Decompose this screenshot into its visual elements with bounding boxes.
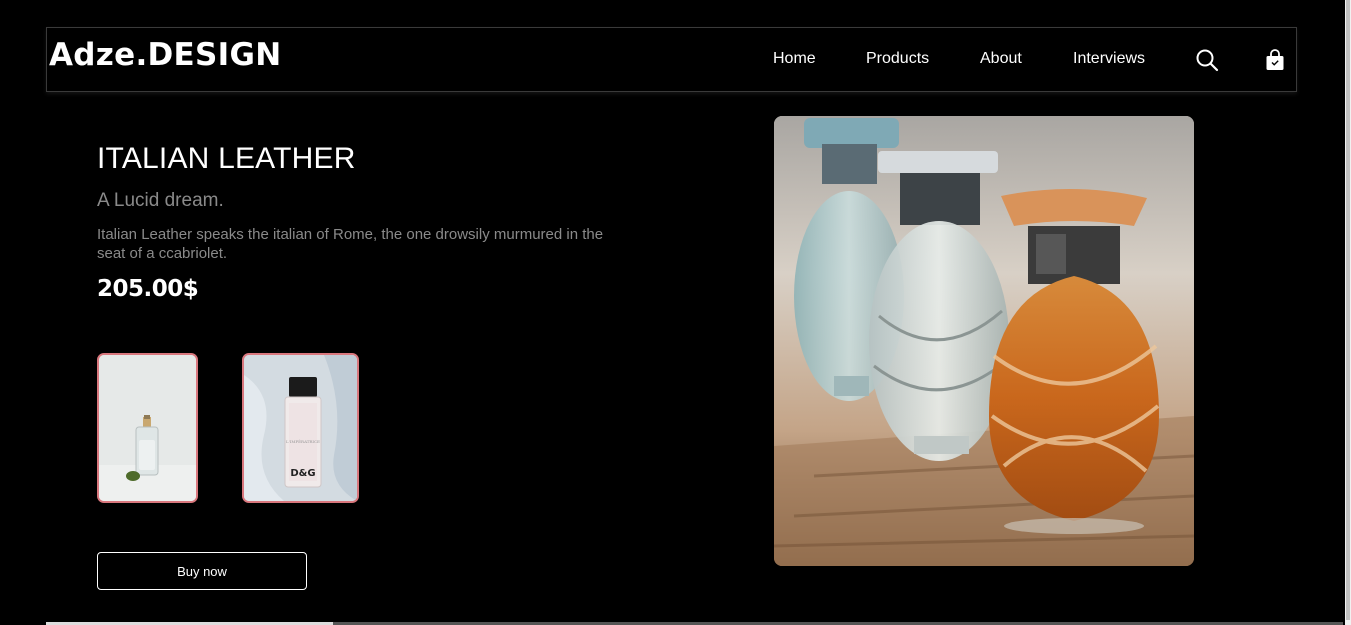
hero-perfume-image	[774, 116, 1194, 566]
nav-links: Home Products About Interviews	[47, 28, 1296, 91]
perfume-thumbnail-1[interactable]	[97, 353, 198, 503]
scrollbar-thumb[interactable]	[1346, 0, 1350, 620]
nav-link-home[interactable]: Home	[773, 50, 816, 68]
buy-now-button[interactable]: Buy now	[97, 552, 307, 590]
search-icon[interactable]	[1195, 48, 1219, 77]
nav-link-products[interactable]: Products	[866, 50, 929, 68]
dg-logo: D&G	[290, 468, 315, 479]
product-tagline: A Lucid dream.	[97, 190, 224, 211]
nav-link-about[interactable]: About	[980, 50, 1022, 68]
product-price: 205.00$	[97, 276, 199, 302]
svg-text:L'IMPÉRATRICE: L'IMPÉRATRICE	[286, 439, 320, 444]
nav-link-interviews[interactable]: Interviews	[1073, 50, 1145, 68]
product-title: ITALIAN LEATHER	[97, 142, 356, 175]
perfume-thumbnail-2[interactable]: L'IMPÉRATRICE D&G	[242, 353, 359, 503]
top-navbar: Adze.DESIGN Home Products About Intervie…	[46, 27, 1297, 92]
product-description: Italian Leather speaks the italian of Ro…	[97, 226, 604, 262]
shopping-bag-icon[interactable]	[1265, 49, 1285, 76]
